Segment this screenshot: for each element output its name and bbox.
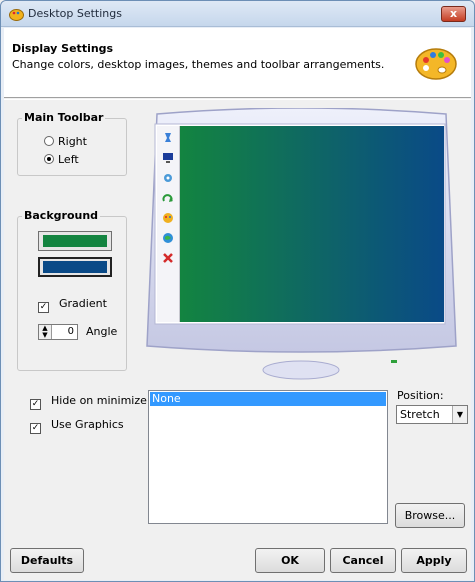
chevron-down-icon: ▼ (452, 406, 467, 423)
preview-toolbar (157, 126, 180, 322)
palette-icon (415, 48, 457, 80)
close-icon (163, 253, 173, 263)
background-label: Background (22, 209, 101, 222)
hide-on-minimize-label: Hide on minimize (51, 394, 147, 407)
header-panel: Display Settings Change colors, desktop … (4, 28, 471, 98)
paint-icon (163, 213, 173, 223)
apply-button[interactable]: Apply (401, 548, 467, 573)
window-title: Desktop Settings (28, 7, 122, 20)
refresh-icon (162, 194, 173, 202)
color2-swatch (43, 261, 107, 273)
use-graphics-checkbox[interactable]: ✓ Use Graphics (30, 418, 124, 434)
radio-right-indicator (44, 136, 54, 146)
gradient-checkbox[interactable]: ✓ Gradient (38, 297, 107, 313)
browse-button[interactable]: Browse... (395, 503, 465, 528)
defaults-button[interactable]: Defaults (10, 548, 84, 573)
browse-label: Browse... (404, 509, 456, 522)
angle-spinner[interactable]: ▲ ▼ 0 (38, 324, 78, 340)
use-graphics-check-icon: ✓ (30, 423, 41, 434)
spinner-arrows-icon[interactable]: ▲ ▼ (39, 325, 52, 339)
main-toolbar-group: Main Toolbar Right Left (17, 111, 127, 176)
ok-label: OK (281, 554, 299, 567)
cancel-label: Cancel (342, 554, 384, 567)
position-value: Stretch (400, 408, 440, 421)
header-separator (4, 99, 471, 100)
color2-button[interactable] (38, 257, 112, 277)
main-toolbar-label: Main Toolbar (22, 111, 106, 124)
position-label: Position: (397, 389, 444, 402)
ok-button[interactable]: OK (255, 548, 325, 573)
header-subtitle: Change colors, desktop images, themes an… (12, 58, 385, 71)
close-icon: x (449, 7, 458, 20)
image-list[interactable]: None (148, 390, 388, 524)
hide-on-minimize-check-icon: ✓ (30, 399, 41, 410)
dialog-body: Display Settings Change colors, desktop … (4, 28, 471, 580)
desktop-settings-window: Desktop Settings x Display Settings Chan… (0, 0, 475, 582)
gradient-check-icon: ✓ (38, 302, 49, 313)
angle-value: 0 (67, 326, 74, 337)
globe-icon (163, 233, 173, 243)
apply-label: Apply (416, 554, 452, 567)
position-select[interactable]: Stretch ▼ (396, 405, 468, 424)
radio-right[interactable]: Right (44, 135, 87, 148)
close-button[interactable]: x (441, 6, 466, 22)
monitor-icon (163, 153, 173, 163)
radio-right-label: Right (58, 135, 87, 148)
header-title: Display Settings (12, 42, 114, 55)
cancel-button[interactable]: Cancel (330, 548, 396, 573)
radio-left-label: Left (58, 153, 79, 166)
pin-icon (165, 133, 171, 142)
color1-button[interactable] (38, 231, 112, 251)
radio-left-indicator (44, 154, 54, 164)
radio-left[interactable]: Left (44, 153, 79, 166)
defaults-label: Defaults (20, 554, 74, 567)
desktop-preview (180, 126, 444, 322)
hide-on-minimize-checkbox[interactable]: ✓ Hide on minimize (30, 394, 147, 410)
use-graphics-label: Use Graphics (51, 418, 124, 431)
title-bar: Desktop Settings x (1, 1, 474, 27)
list-item[interactable]: None (150, 392, 386, 406)
gradient-label: Gradient (59, 297, 107, 310)
color1-swatch (43, 235, 107, 247)
gear-icon (164, 174, 172, 182)
app-icon (9, 9, 24, 21)
angle-label: Angle (86, 325, 118, 338)
background-group: Background ✓ Gradient ▲ ▼ 0 Angle (17, 209, 127, 371)
